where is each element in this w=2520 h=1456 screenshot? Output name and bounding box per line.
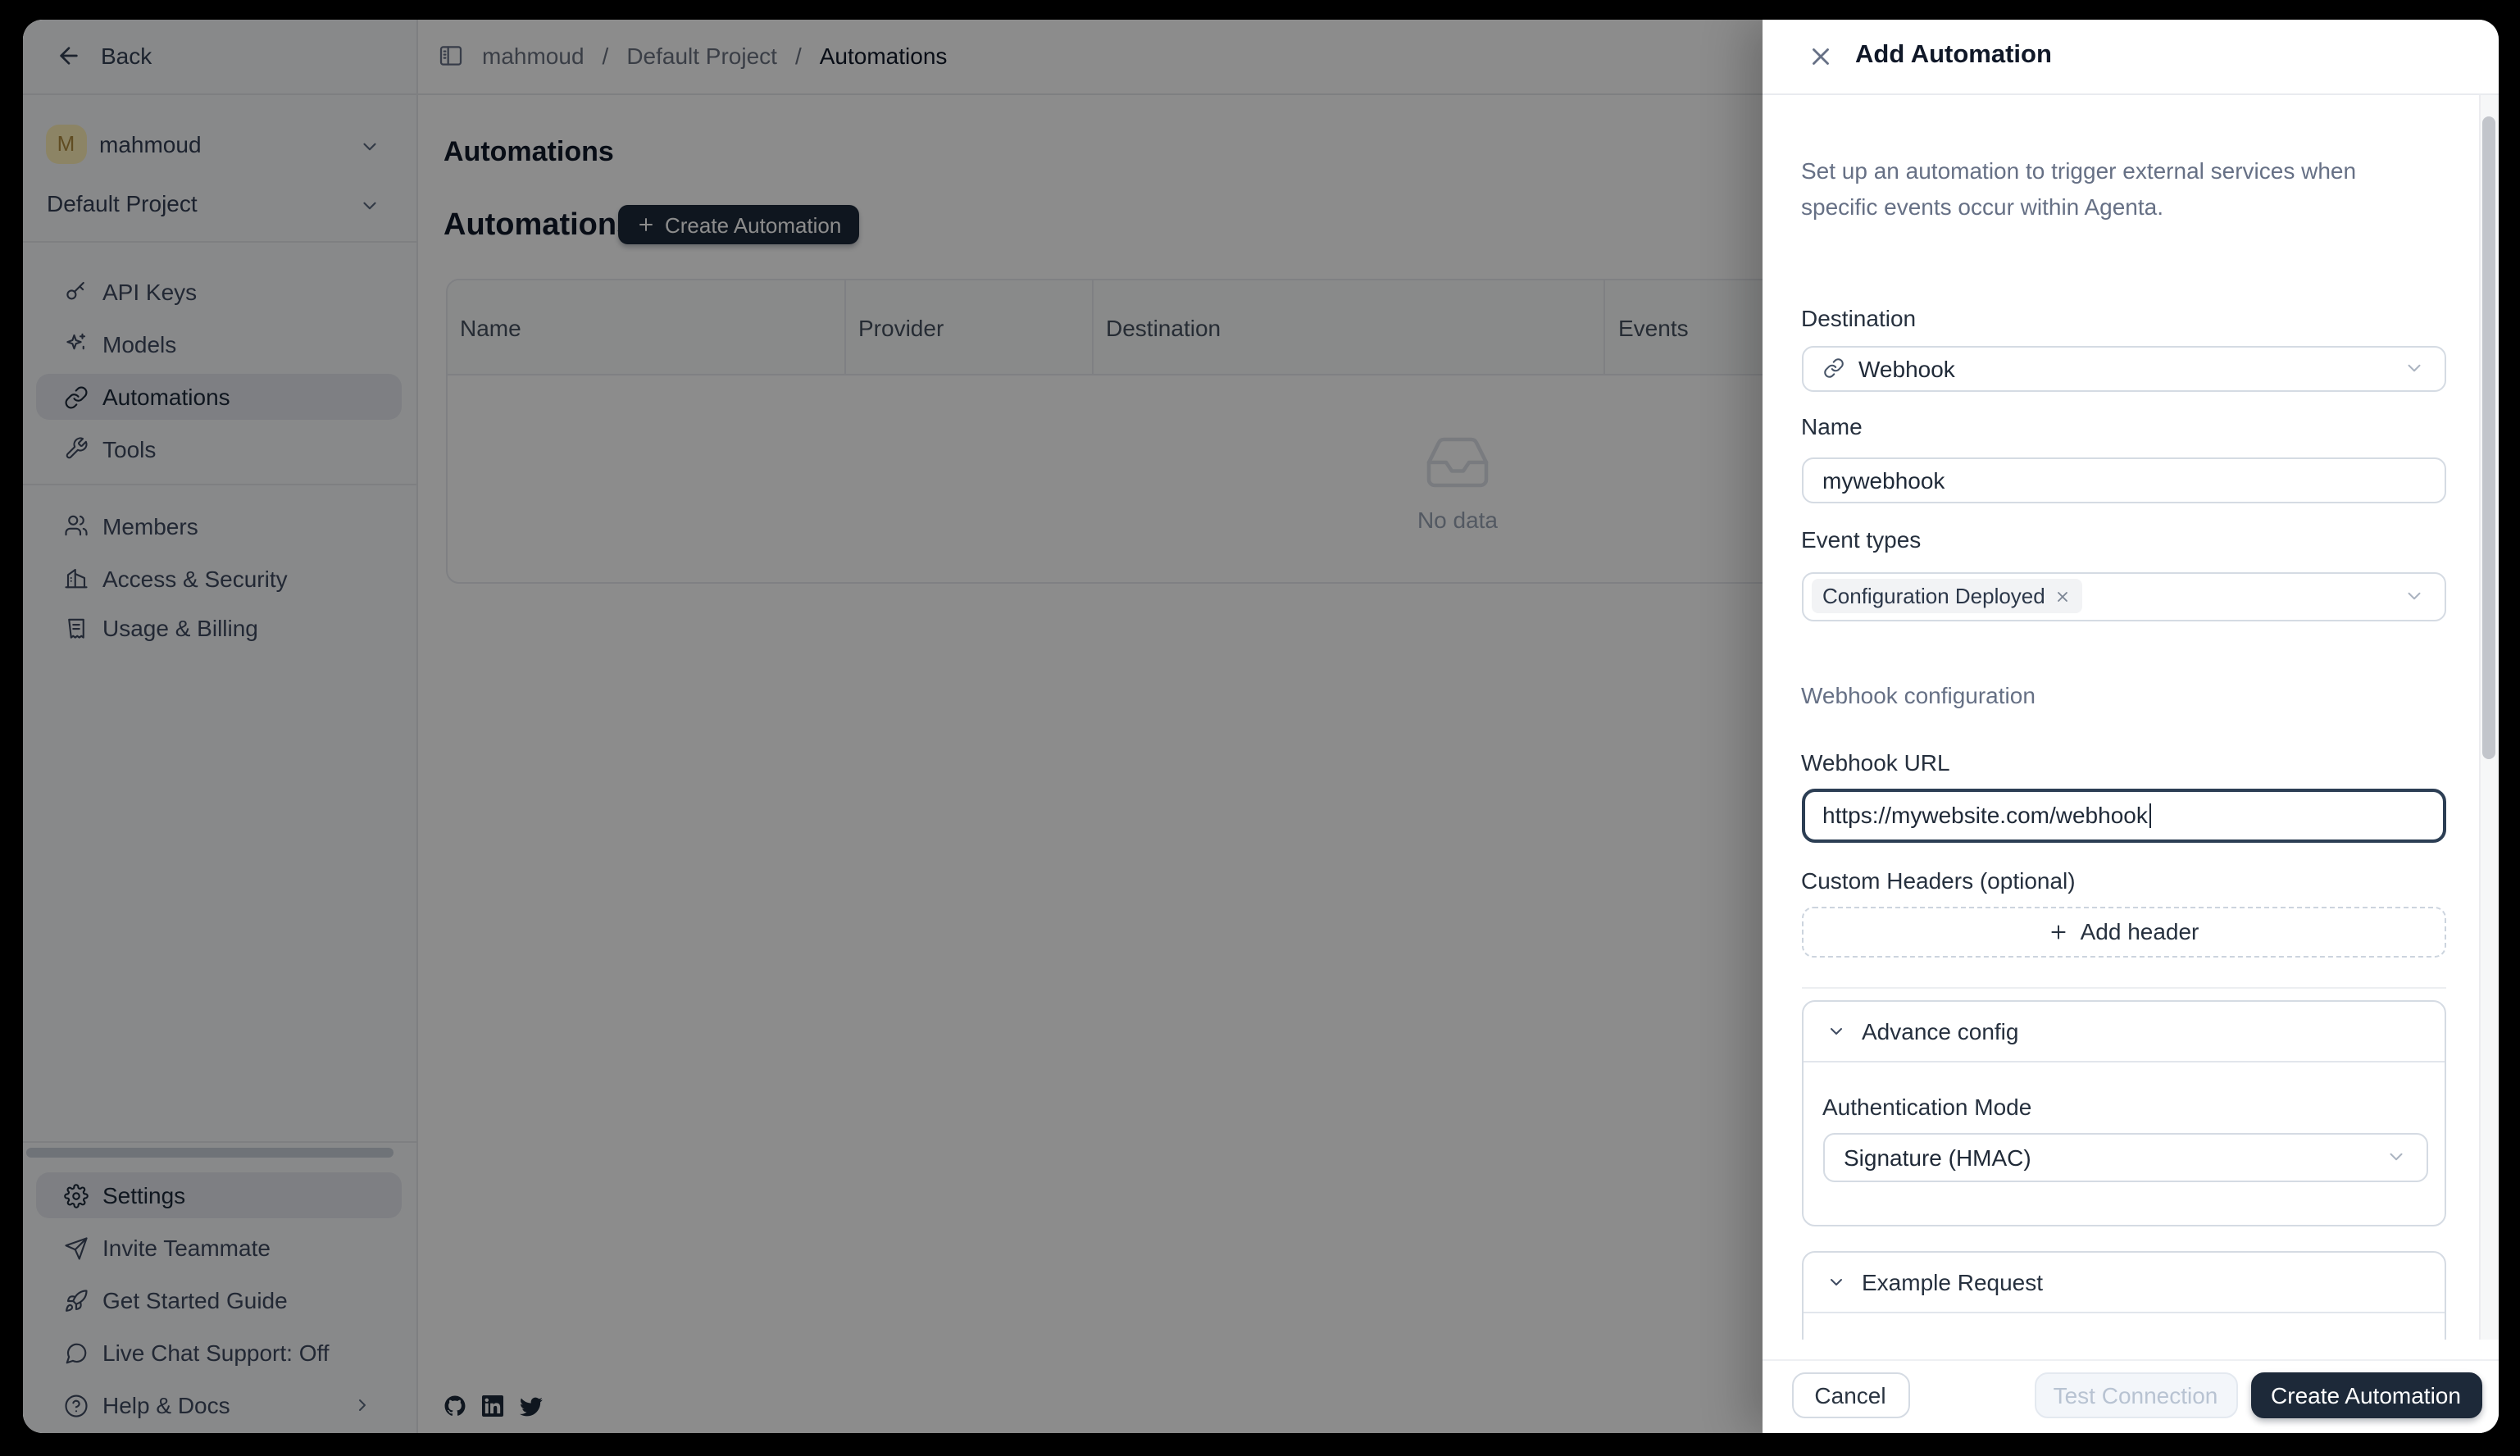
chevron-down-icon <box>2385 1146 2406 1167</box>
text-cursor <box>2149 803 2152 827</box>
test-connection-button[interactable]: Test Connection <box>2034 1372 2237 1417</box>
destination-label: Destination <box>1801 304 1916 330</box>
drawer-title: Add Automation <box>1855 41 2052 71</box>
destination-select[interactable]: Webhook <box>1801 345 2445 391</box>
webhook-url-label: Webhook URL <box>1801 748 1950 775</box>
divider <box>1801 986 2445 988</box>
event-type-tag: Configuration Deployed <box>1811 579 2083 613</box>
example-request-panel: Example Request EXAMPLE HTTP REQUEST POS… <box>1801 1250 2445 1339</box>
name-label: Name <box>1801 412 1863 439</box>
drawer-footer: Cancel Test Connection Create Automation <box>1762 1358 2498 1432</box>
advance-config-panel: Advance config Authentication Mode Signa… <box>1801 999 2445 1226</box>
chevron-down-icon <box>2403 585 2424 607</box>
add-automation-drawer: Add Automation Set up an automation to t… <box>1762 19 2498 1432</box>
chevron-down-icon <box>2403 357 2424 379</box>
event-types-label: Event types <box>1801 526 1921 552</box>
link-icon <box>1822 357 1844 379</box>
event-types-select[interactable]: Configuration Deployed <box>1801 571 2445 621</box>
plus-icon <box>2048 921 2069 942</box>
drawer-description: Set up an automation to trigger external… <box>1801 152 2411 224</box>
scrollbar-thumb[interactable] <box>2482 116 2495 758</box>
name-input[interactable]: mywebhook <box>1801 457 2445 503</box>
advance-config-header[interactable]: Advance config <box>1803 1001 2444 1062</box>
drawer-scrollbar[interactable] <box>2478 94 2498 1339</box>
authentication-mode-select[interactable]: Signature (HMAC) <box>1822 1132 2427 1181</box>
custom-headers-label: Custom Headers (optional) <box>1801 867 2076 893</box>
create-automation-submit-button[interactable]: Create Automation <box>2250 1372 2481 1417</box>
chevron-down-icon <box>1826 1272 1845 1291</box>
remove-tag-icon[interactable] <box>2055 588 2072 604</box>
drawer-body: Set up an automation to trigger external… <box>1762 94 2498 1339</box>
authentication-mode-label: Authentication Mode <box>1822 1093 2031 1119</box>
app-window: Back M mahmoud Default Project API Keys … <box>22 19 2498 1432</box>
webhook-configuration-title: Webhook configuration <box>1801 681 2036 708</box>
chevron-down-icon <box>1826 1021 1845 1040</box>
webhook-url-input[interactable]: https://mywebsite.com/webhook <box>1801 788 2445 842</box>
close-icon[interactable] <box>1806 42 1834 70</box>
cancel-button[interactable]: Cancel <box>1791 1372 1909 1417</box>
example-request-header[interactable]: Example Request <box>1803 1252 2444 1313</box>
add-header-button[interactable]: Add header <box>1801 906 2445 957</box>
screen: Back M mahmoud Default Project API Keys … <box>0 0 2520 1456</box>
